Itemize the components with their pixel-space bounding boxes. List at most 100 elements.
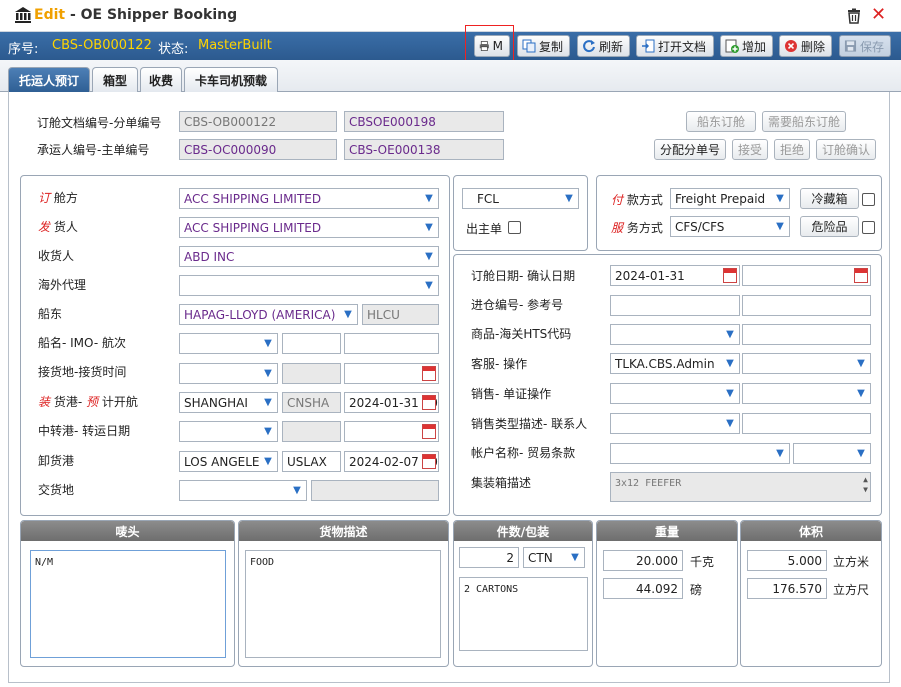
calendar-icon[interactable] — [422, 395, 436, 410]
chevron-down-icon: ▼ — [259, 452, 277, 471]
carrier-select[interactable]: HAPAG-LLOYD (AMERICA) ▼ — [179, 304, 358, 325]
dangerous-goods-checkbox[interactable] — [862, 221, 875, 234]
delivery-code-field[interactable] — [311, 480, 439, 501]
confirm-date-field[interactable] — [742, 265, 871, 286]
reefer-button[interactable]: 冷藏箱 — [800, 188, 859, 209]
weight-lb-field[interactable]: 44.092 — [603, 578, 683, 599]
etd-field[interactable]: 2024-01-31 00:0 — [344, 392, 439, 413]
calendar-icon[interactable] — [422, 454, 436, 469]
marks-textarea[interactable]: N/M — [30, 550, 226, 658]
booker-select[interactable]: ACC SHIPPING LIMITED ▼ — [179, 188, 439, 209]
assign-hbl-button[interactable]: 分配分单号 — [654, 139, 726, 160]
trade-term-select[interactable]: ▼ — [793, 443, 871, 464]
add-button[interactable]: 增加 — [720, 35, 773, 57]
chevron-down-icon: ▼ — [771, 189, 789, 208]
carrier-number-field[interactable]: CBS-OC000090 — [179, 139, 337, 160]
need-carrier-booking-button[interactable]: 需要船东订舱 — [762, 111, 846, 132]
close-icon[interactable]: ✕ — [871, 6, 887, 24]
spinner-icon[interactable]: ▲ ▼ — [863, 475, 868, 495]
entry-number-field[interactable] — [610, 295, 740, 316]
imo-field[interactable] — [282, 333, 341, 354]
volume-cft-field[interactable]: 176.570 — [747, 578, 827, 599]
open-document-button[interactable]: 打开文档 — [636, 35, 714, 57]
reference-number-field[interactable] — [742, 295, 871, 316]
reject-button[interactable]: 拒绝 — [774, 139, 810, 160]
reefer-checkbox[interactable] — [862, 193, 875, 206]
receipt-select[interactable]: ▼ — [179, 363, 278, 384]
container-desc-field[interactable]: 3x12 FEEFER ▲ ▼ — [610, 472, 871, 502]
status-label: 状态: — [158, 42, 189, 57]
carrier-code-field[interactable]: HLCU — [362, 304, 439, 325]
hbl-number-field[interactable]: CBSOE000198 — [344, 111, 504, 132]
booking-date-field[interactable]: 2024-01-31 — [610, 265, 740, 286]
load-type-select[interactable]: FCL ▼ — [462, 188, 579, 209]
pod-code-field[interactable]: USLAX — [282, 451, 341, 472]
delete-label: 删除 — [800, 39, 825, 54]
consignee-value: ABD INC — [184, 249, 235, 264]
chevron-down-icon: ▼ — [420, 276, 438, 295]
account-select[interactable]: ▼ — [610, 443, 790, 464]
calendar-icon[interactable] — [723, 268, 737, 283]
service-term-select[interactable]: CFS/CFS ▼ — [670, 216, 790, 237]
calendar-icon[interactable] — [422, 424, 436, 439]
accept-button[interactable]: 接受 — [732, 139, 768, 160]
consignee-select[interactable]: ABD INC ▼ — [179, 246, 439, 267]
copy-button[interactable]: 复制 — [517, 35, 570, 57]
pod-select[interactable]: LOS ANGELES ▼ — [179, 451, 278, 472]
payment-term-value: Freight Prepaid — [675, 191, 766, 206]
trash-icon[interactable] — [846, 8, 862, 24]
payment-term-select[interactable]: Freight Prepaid ▼ — [670, 188, 790, 209]
mbl-number-field[interactable]: CBS-OE000138 — [344, 139, 504, 160]
customer-service-select[interactable]: TLKA.CBS.Admin ▼ — [610, 353, 740, 374]
hts-code-field[interactable] — [742, 324, 871, 345]
transit-date-field[interactable] — [344, 421, 439, 442]
dangerous-goods-button[interactable]: 危险品 — [800, 216, 859, 237]
tab-truck-preload[interactable]: 卡车司机预载 — [184, 67, 278, 92]
doc-operator-select[interactable]: ▼ — [742, 383, 871, 404]
weight-kg-field[interactable]: 20.000 — [603, 550, 683, 571]
chevron-down-icon: ▼ — [560, 189, 578, 208]
tab-container-type[interactable]: 箱型 — [92, 67, 138, 92]
refresh-button[interactable]: 刷新 — [577, 35, 630, 57]
add-label: 增加 — [741, 39, 766, 54]
agent-select[interactable]: ▼ — [179, 275, 439, 296]
delete-button[interactable]: 删除 — [779, 35, 832, 57]
sales-select[interactable]: ▼ — [610, 383, 740, 404]
voyage-field[interactable] — [344, 333, 439, 354]
transit-code-field[interactable] — [282, 421, 341, 442]
open-document-label: 打开文档 — [658, 39, 707, 54]
calendar-icon[interactable] — [854, 268, 868, 283]
doc-number-field[interactable]: CBS-OB000122 — [179, 111, 337, 132]
booking-confirm-button[interactable]: 订舱确认 — [816, 139, 876, 160]
operator-select[interactable]: ▼ — [742, 353, 871, 374]
shipper-select[interactable]: ACC SHIPPING LIMITED ▼ — [179, 217, 439, 238]
payment-label: 付 款方式 — [611, 191, 663, 208]
tab-shipper-booking[interactable]: 托运人预订 — [8, 67, 90, 92]
copy-label: 复制 — [538, 39, 563, 54]
vessel-select[interactable]: ▼ — [179, 333, 278, 354]
pol-select[interactable]: SHANGHAI ▼ — [179, 392, 278, 413]
receipt-code-field[interactable] — [282, 363, 341, 384]
house-bl-checkbox[interactable] — [508, 221, 521, 234]
carrier-booking-button[interactable]: 船东订舱 — [686, 111, 756, 132]
service-label-text: 务方式 — [623, 221, 663, 235]
pol-code-field[interactable]: CNSHA — [282, 392, 341, 413]
contact-field[interactable] — [742, 413, 871, 434]
package-qty-field[interactable]: 2 — [459, 547, 519, 568]
save-button[interactable]: 保存 — [839, 35, 891, 57]
booker-label: 订 舱方 — [38, 189, 78, 206]
tab-charges[interactable]: 收费 — [140, 67, 182, 92]
sales-type-select[interactable]: ▼ — [610, 413, 740, 434]
description-textarea[interactable]: FOOD — [245, 550, 441, 658]
delete-icon — [784, 40, 797, 52]
volume-cbm-field[interactable]: 5.000 — [747, 550, 827, 571]
eta-field[interactable]: 2024-02-07 00:0 — [344, 451, 439, 472]
delivery-select[interactable]: ▼ — [179, 480, 307, 501]
calendar-icon[interactable] — [422, 366, 436, 381]
transit-select[interactable]: ▼ — [179, 421, 278, 442]
title-bar: Edit - OE Shipper Booking ✕ — [0, 0, 901, 32]
receipt-time-field[interactable] — [344, 363, 439, 384]
package-textarea[interactable]: 2 CARTONS — [459, 577, 588, 651]
commodity-select[interactable]: ▼ — [610, 324, 740, 345]
package-unit-select[interactable]: CTN ▼ — [523, 547, 585, 568]
